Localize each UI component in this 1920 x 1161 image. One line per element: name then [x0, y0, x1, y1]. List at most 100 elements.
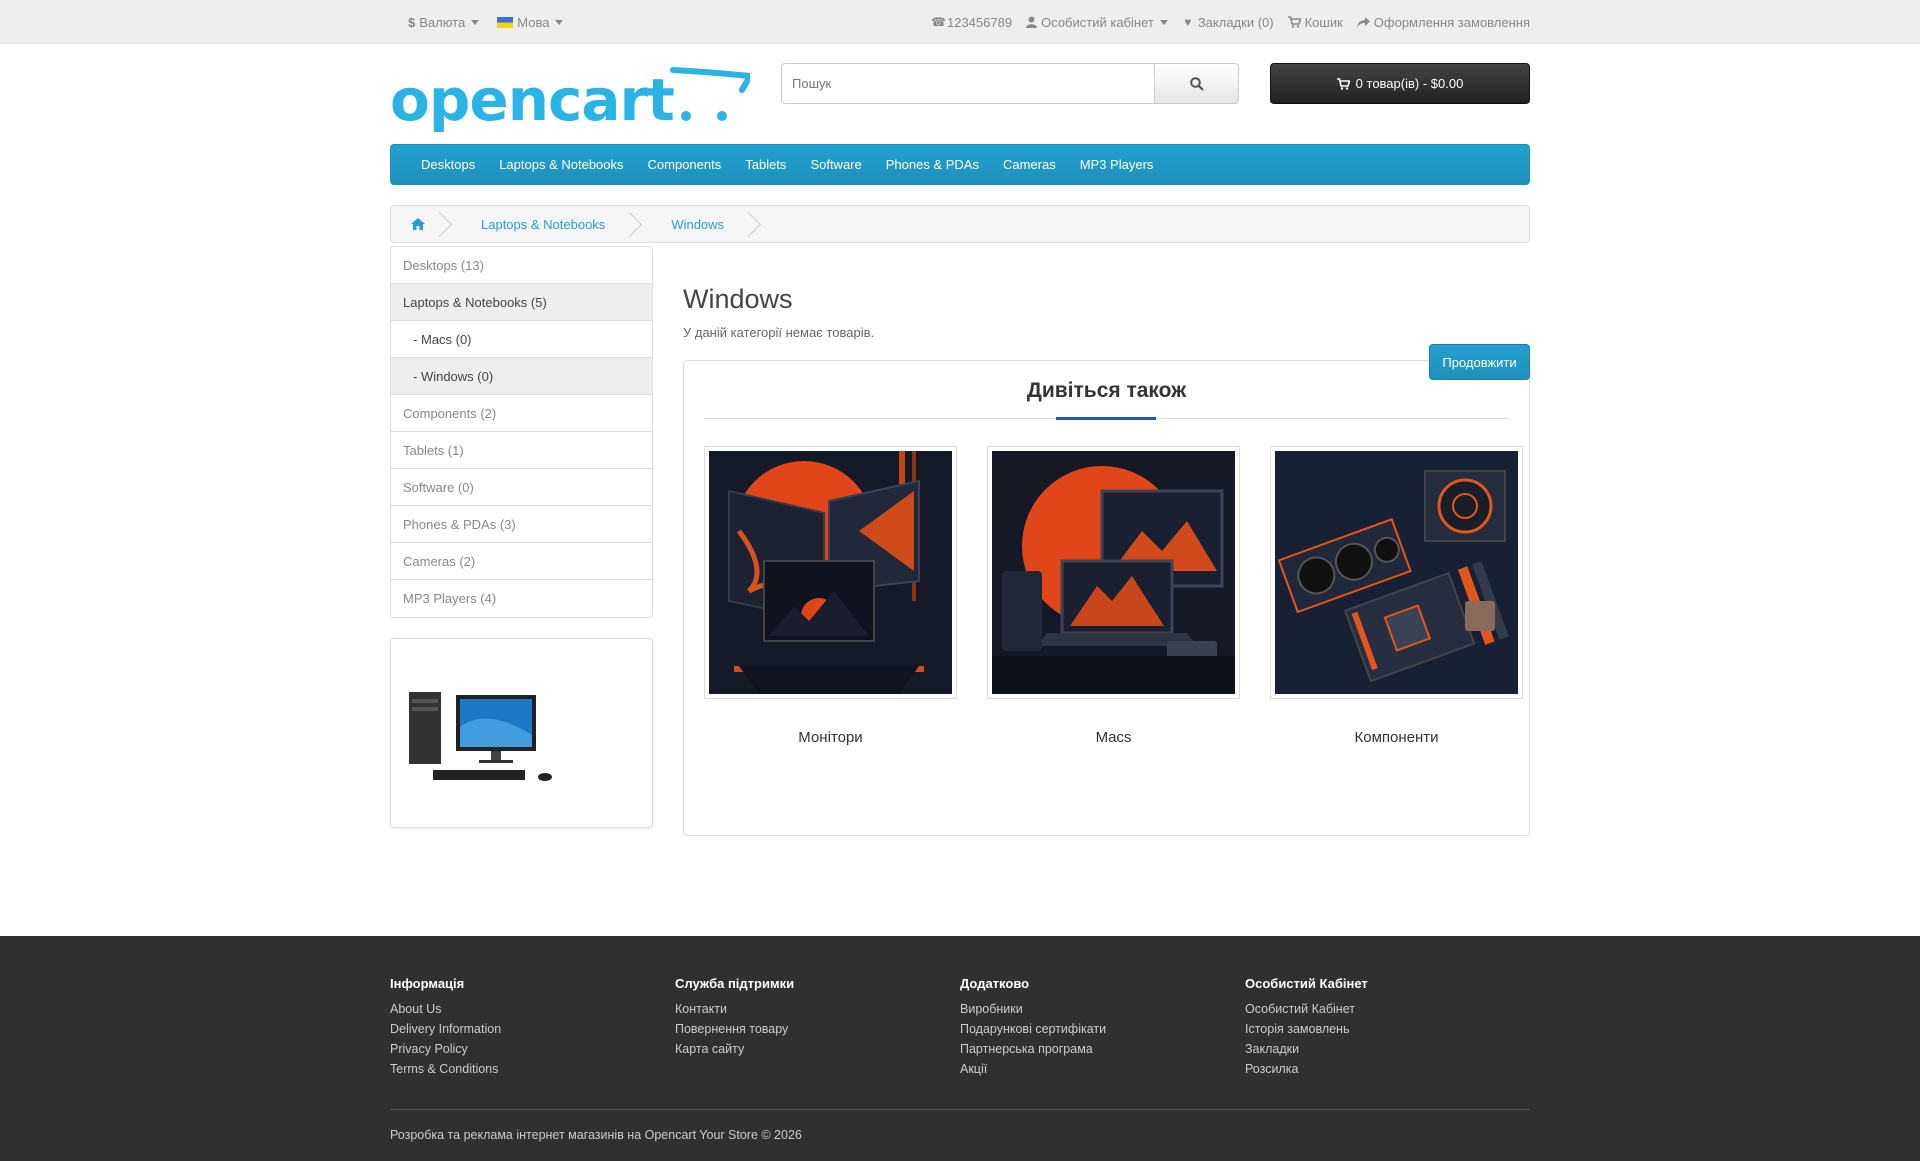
main-menu: Desktops Laptops & Notebooks Components …	[390, 144, 1530, 185]
breadcrumb-windows[interactable]: Windows	[671, 217, 724, 232]
category-components[interactable]: Components (2)	[391, 395, 652, 432]
breadcrumb: Laptops & Notebooks Windows	[390, 205, 1530, 243]
menu-item-components[interactable]: Components	[648, 157, 722, 172]
menu-item-software[interactable]: Software	[810, 157, 861, 172]
language-dropdown[interactable]: Мова	[497, 14, 564, 30]
search-icon	[1189, 76, 1204, 91]
phone-icon: ☎	[930, 15, 946, 29]
footer-support-column: Служба підтримки Контакти Повернення тов…	[675, 976, 960, 1079]
user-icon	[1026, 16, 1038, 28]
footer-link-vouchers[interactable]: Подарункові сертифікати	[960, 1019, 1245, 1039]
menu-item-phones[interactable]: Phones & PDAs	[886, 157, 979, 172]
see-also-panel: Продовжити Дивіться також Монітори Macs …	[683, 344, 1530, 836]
footer-link-delivery[interactable]: Delivery Information	[390, 1019, 675, 1039]
footer-link-wishlist[interactable]: Закладки	[1245, 1039, 1530, 1059]
footer-link-about[interactable]: About Us	[390, 999, 675, 1019]
category-software[interactable]: Software (0)	[391, 469, 652, 506]
category-card-macs[interactable]: Macs	[987, 446, 1240, 746]
category-card-components[interactable]: Компоненти	[1270, 446, 1523, 746]
language-label: Мова	[517, 14, 550, 30]
footer-heading: Служба підтримки	[675, 976, 795, 991]
category-card-monitors[interactable]: Монітори	[704, 446, 957, 746]
checkout-label: Оформлення замовлення	[1373, 14, 1530, 30]
wishlist-link[interactable]: ♥ Закладки (0)	[1182, 14, 1274, 30]
shopping-cart-icon	[1336, 77, 1350, 90]
breadcrumb-separator	[629, 206, 647, 242]
caret-down-icon	[471, 19, 480, 25]
category-desktops[interactable]: Desktops (13)	[391, 247, 652, 284]
category-cameras[interactable]: Cameras (2)	[391, 543, 652, 580]
wishlist-label: Закладки (0)	[1197, 14, 1274, 30]
footer-heading: Інформація	[390, 976, 465, 991]
breadcrumb-laptops[interactable]: Laptops & Notebooks	[481, 217, 605, 232]
menu-item-laptops[interactable]: Laptops & Notebooks	[499, 157, 623, 172]
category-mp3[interactable]: MP3 Players (4)	[391, 580, 652, 617]
search-input[interactable]	[781, 63, 1154, 104]
sidebar-banner[interactable]	[390, 638, 653, 828]
caret-down-icon	[1159, 19, 1168, 25]
breadcrumb-separator	[748, 206, 766, 242]
card-label: Macs	[1095, 729, 1132, 746]
ukraine-flag-icon	[497, 16, 514, 28]
category-macs[interactable]: - Macs (0)	[391, 321, 652, 358]
empty-category-message: У даній категорії немає товарів.	[683, 325, 875, 340]
card-image	[1270, 446, 1523, 699]
currency-dropdown[interactable]: $ Валюта	[408, 14, 480, 30]
checkout-link[interactable]: Оформлення замовлення	[1356, 14, 1530, 30]
cart-link[interactable]: Кошик	[1287, 14, 1343, 30]
dollar-icon: $	[408, 14, 416, 30]
footer-link-terms[interactable]: Terms & Conditions	[390, 1059, 675, 1079]
footer: Інформація About Us Delivery Information…	[0, 936, 1920, 1161]
menu-item-tablets[interactable]: Tablets	[745, 157, 786, 172]
home-icon	[411, 218, 425, 230]
footer-link-privacy[interactable]: Privacy Policy	[390, 1039, 675, 1059]
header: opencart 0 товар(ів) - $0.00	[390, 44, 1530, 144]
cart-label: Кошик	[1304, 14, 1343, 30]
desktop-computer-image	[409, 692, 552, 781]
shopping-cart-icon	[1287, 16, 1301, 28]
footer-link-sitemap[interactable]: Карта сайту	[675, 1039, 960, 1059]
search-button[interactable]	[1154, 63, 1239, 104]
category-phones[interactable]: Phones & PDAs (3)	[391, 506, 652, 543]
cart-button[interactable]: 0 товар(ів) - $0.00	[1270, 63, 1530, 104]
card-image	[704, 446, 957, 699]
category-windows[interactable]: - Windows (0)	[391, 358, 652, 395]
footer-link-orders[interactable]: Історія замовлень	[1245, 1019, 1530, 1039]
footer-heading: Особистий Кабінет	[1245, 976, 1368, 991]
top-bar: $ Валюта Мова ☎ 123456789 Особистий кабі…	[0, 0, 1920, 44]
breadcrumb-home[interactable]	[391, 206, 439, 242]
phone-link[interactable]: ☎ 123456789	[931, 15, 1012, 30]
footer-account-column: Особистий Кабінет Особистий Кабінет Істо…	[1245, 976, 1530, 1079]
category-laptops[interactable]: Laptops & Notebooks (5)	[391, 284, 652, 321]
cart-button-label: 0 товар(ів) - $0.00	[1355, 76, 1464, 91]
search-bar	[781, 63, 1239, 104]
menu-item-desktops[interactable]: Desktops	[421, 157, 475, 172]
caret-down-icon	[555, 19, 564, 25]
footer-link-account[interactable]: Особистий Кабінет	[1245, 999, 1530, 1019]
share-arrow-icon	[1356, 16, 1370, 28]
logo-text: opencart	[390, 66, 674, 134]
footer-link-specials[interactable]: Акції	[960, 1059, 1245, 1079]
account-dropdown[interactable]: Особистий кабінет	[1026, 15, 1168, 30]
category-tablets[interactable]: Tablets (1)	[391, 432, 652, 469]
card-label: Монітори	[798, 729, 863, 746]
phone-number: 123456789	[946, 14, 1013, 30]
continue-button[interactable]: Продовжити	[1429, 344, 1530, 380]
breadcrumb-separator	[439, 206, 457, 242]
title-underline	[1056, 417, 1156, 420]
footer-link-newsletter[interactable]: Розсилка	[1245, 1059, 1530, 1079]
footer-info-column: Інформація About Us Delivery Information…	[390, 976, 675, 1079]
opencart-logo[interactable]: opencart	[390, 64, 755, 134]
footer-link-affiliate[interactable]: Партнерська програма	[960, 1039, 1245, 1059]
menu-item-cameras[interactable]: Cameras	[1003, 157, 1056, 172]
footer-link-brands[interactable]: Виробники	[960, 999, 1245, 1019]
footer-link-contact[interactable]: Контакти	[675, 999, 960, 1019]
category-sidebar: Desktops (13) Laptops & Notebooks (5) - …	[390, 246, 653, 828]
footer-link-returns[interactable]: Повернення товару	[675, 1019, 960, 1039]
card-label: Компоненти	[1354, 729, 1439, 746]
menu-item-mp3[interactable]: MP3 Players	[1080, 157, 1154, 172]
see-also-title: Дивіться також	[1026, 379, 1187, 402]
copyright-text: Розробка та реклама інтернет магазинів н…	[390, 1128, 802, 1142]
category-list: Desktops (13) Laptops & Notebooks (5) - …	[390, 246, 653, 618]
footer-extras-column: Додатково Виробники Подарункові сертифік…	[960, 976, 1245, 1079]
